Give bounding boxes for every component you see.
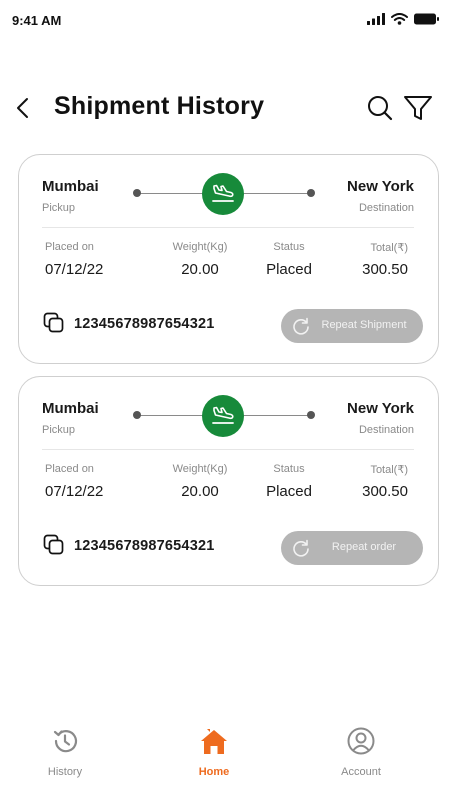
nav-item-account[interactable]: Account	[316, 726, 406, 786]
history-icon	[53, 730, 78, 753]
weight-value: 20.00	[181, 261, 219, 278]
status-value: Placed	[266, 261, 312, 278]
shipment-card[interactable]: Mumbai Pickup New York Destination Place…	[18, 376, 439, 586]
filter-icon	[404, 96, 432, 120]
route-end-dot	[307, 411, 315, 419]
repeat-order-label: Repeat order	[331, 541, 397, 553]
placed-on-label: Placed on	[45, 463, 94, 475]
signal-icon	[367, 12, 385, 30]
page-title: Shipment History	[54, 92, 265, 120]
destination-city: New York	[347, 400, 414, 417]
route-end-dot	[307, 189, 315, 197]
account-icon	[347, 727, 375, 755]
search-button[interactable]	[366, 94, 394, 122]
pickup-label: Pickup	[42, 424, 76, 436]
weight-value: 20.00	[181, 483, 219, 500]
total-value: 300.50	[362, 261, 408, 278]
airplane-landing-icon	[212, 406, 234, 424]
battery-icon	[414, 12, 439, 30]
pickup-city: Mumbai	[42, 400, 99, 417]
filter-button[interactable]	[403, 94, 433, 122]
total-value: 300.50	[362, 483, 408, 500]
nav-item-home[interactable]: Home	[169, 726, 259, 786]
home-icon	[201, 729, 227, 754]
card-divider	[42, 449, 414, 450]
card-divider	[42, 227, 414, 228]
status-time: 9:41 AM	[12, 13, 62, 28]
status-bar: 9:41 AM	[0, 0, 451, 40]
placed-on-value: 07/12/22	[45, 483, 104, 500]
route-start-dot	[133, 411, 141, 419]
status-value: Placed	[266, 483, 312, 500]
destination-label: Destination	[358, 202, 414, 214]
pickup-label: Pickup	[42, 202, 76, 214]
refresh-icon	[293, 317, 309, 335]
pickup-city: Mumbai	[42, 178, 99, 195]
tracking-id: 12345678987654321	[74, 316, 215, 332]
copy-icon[interactable]	[43, 534, 65, 556]
back-arrow-icon	[17, 98, 28, 118]
nav-item-history[interactable]: History	[20, 726, 110, 786]
copy-icon[interactable]	[43, 312, 65, 334]
wifi-icon	[391, 12, 408, 30]
status-icons	[367, 12, 439, 30]
placed-on-value: 07/12/22	[45, 261, 104, 278]
placed-on-label: Placed on	[45, 241, 94, 253]
status-label: Status	[273, 463, 305, 475]
status-label: Status	[273, 241, 305, 253]
total-label: Total(₹)	[370, 464, 408, 476]
back-button[interactable]	[12, 96, 36, 120]
destination-label: Destination	[358, 424, 414, 436]
page-header: Shipment History	[0, 86, 451, 130]
shipment-card[interactable]: Mumbai Pickup New York Destination Place…	[18, 154, 439, 364]
repeat-order-button[interactable]: Repeat order	[281, 531, 423, 565]
route-start-dot	[133, 189, 141, 197]
transport-mode-badge	[202, 173, 244, 215]
tracking-id: 12345678987654321	[74, 538, 215, 554]
search-icon	[368, 96, 393, 121]
nav-label-history: History	[47, 766, 83, 778]
weight-label: Weight(Kg)	[172, 241, 228, 253]
nav-label-home: Home	[198, 766, 230, 778]
repeat-shipment-label: Repeat Shipment	[321, 319, 407, 331]
total-label: Total(₹)	[370, 242, 408, 254]
repeat-shipment-button[interactable]: Repeat Shipment	[281, 309, 423, 343]
weight-label: Weight(Kg)	[172, 463, 228, 475]
airplane-landing-icon	[212, 184, 234, 202]
transport-mode-badge	[202, 395, 244, 437]
destination-city: New York	[347, 178, 414, 195]
refresh-icon	[293, 539, 309, 557]
nav-label-account: Account	[341, 766, 381, 778]
bottom-nav: History Home Account	[0, 712, 451, 800]
